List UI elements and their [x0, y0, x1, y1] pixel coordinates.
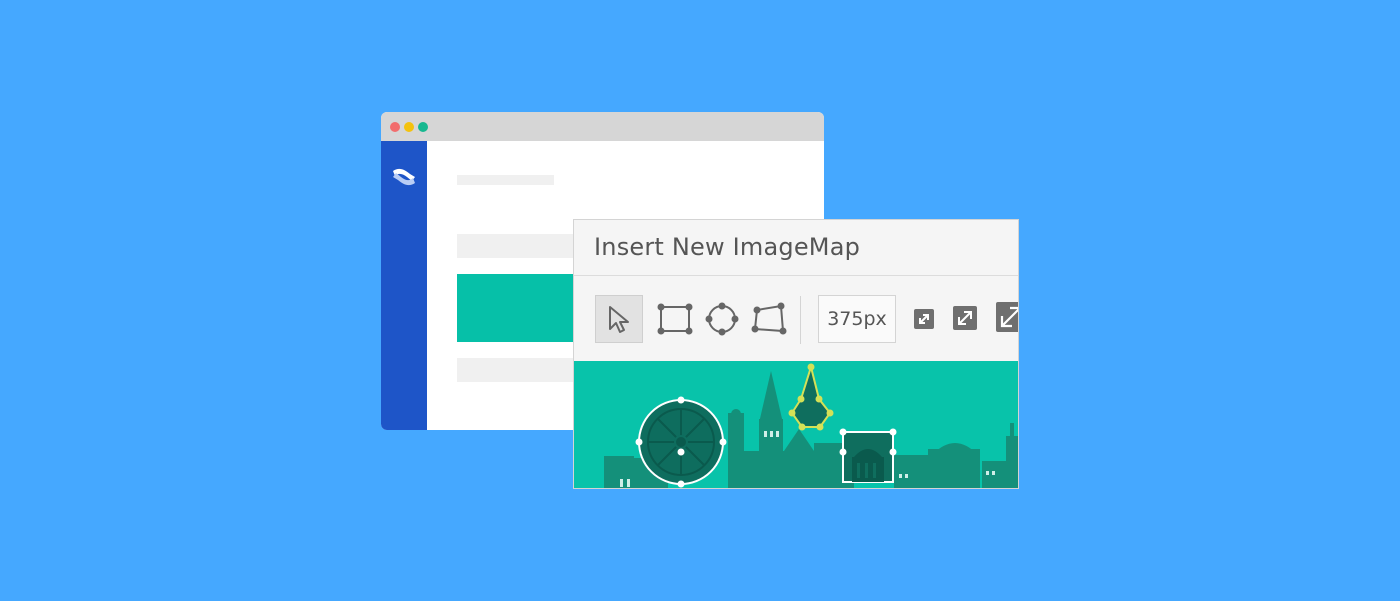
- insert-imagemap-dialog: Insert New ImageMap 375px: [573, 219, 1019, 489]
- dialog-title: Insert New ImageMap: [594, 233, 861, 261]
- circle-shape-icon: [705, 302, 739, 336]
- expand-small-icon: [919, 314, 929, 324]
- rectangle-shape-icon: [657, 303, 693, 335]
- polygon-hotspot[interactable]: [788, 363, 834, 431]
- rectangle-hotspot[interactable]: [839, 428, 897, 483]
- browser-title-bar: [381, 112, 824, 141]
- app-sidebar: [381, 141, 427, 430]
- width-input[interactable]: 375px: [818, 295, 896, 343]
- rectangle-tool-button[interactable]: [651, 295, 699, 343]
- polygon-shape-icon: [751, 302, 787, 335]
- polygon-tool-button[interactable]: [745, 295, 793, 343]
- expand-small-button[interactable]: [914, 309, 934, 329]
- title-divider: [574, 275, 1018, 276]
- toolbar-divider: [800, 296, 801, 344]
- image-canvas[interactable]: [574, 361, 1018, 488]
- city-skyline-image: [604, 363, 1018, 488]
- select-tool-button[interactable]: [595, 295, 643, 343]
- expand-large-icon: [1000, 306, 1018, 328]
- cursor-arrow-icon: [609, 306, 629, 333]
- expand-large-button[interactable]: [996, 302, 1018, 332]
- circle-tool-button[interactable]: [698, 295, 746, 343]
- expand-medium-button[interactable]: [953, 306, 977, 330]
- placeholder-line: [457, 175, 554, 185]
- expand-medium-icon: [958, 311, 972, 325]
- minimize-window-dot[interactable]: [404, 122, 414, 132]
- confluence-logo-icon[interactable]: [390, 163, 418, 191]
- close-window-dot[interactable]: [390, 122, 400, 132]
- maximize-window-dot[interactable]: [418, 122, 428, 132]
